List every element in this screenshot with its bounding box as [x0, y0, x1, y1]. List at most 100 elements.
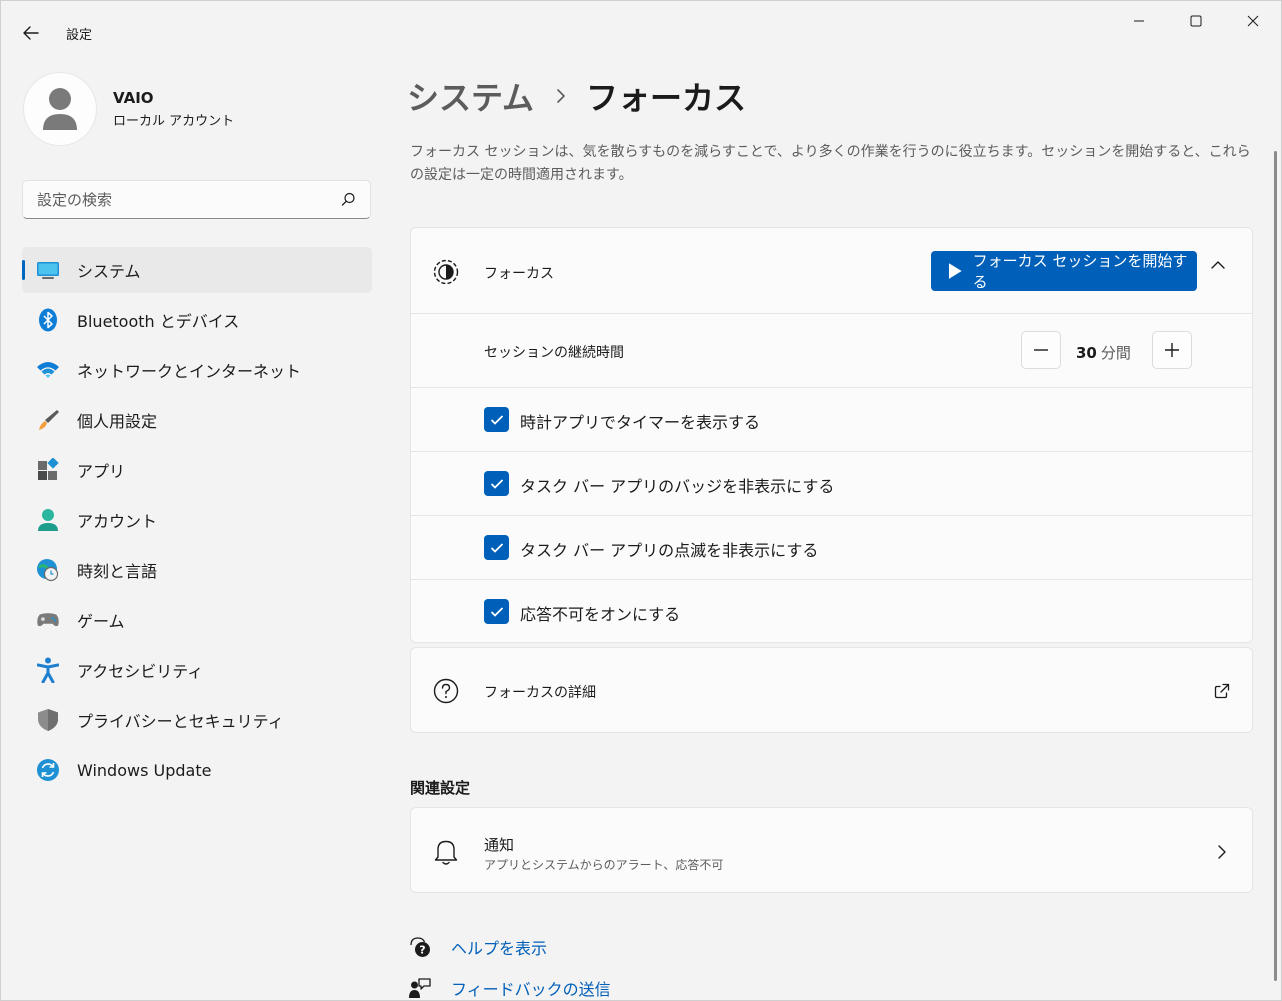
- sidebar-item-label: ゲーム: [77, 612, 125, 631]
- focus-card: フォーカス フォーカス セッションを開始する セッションの継続時間 30分間: [410, 227, 1253, 643]
- option-row[interactable]: タスク バー アプリのバッジを非表示にする: [411, 451, 1252, 515]
- sidebar-item-accessibility[interactable]: アクセシビリティ: [22, 647, 372, 693]
- sidebar-item-privacy[interactable]: プライバシーとセキュリティ: [22, 697, 372, 743]
- search-box: [22, 180, 371, 219]
- help-link-row[interactable]: ? ヘルプを表示: [409, 935, 547, 959]
- chevron-right-icon: [1218, 845, 1226, 859]
- settings-window: 設定 VAIO ローカル アカウント 設定の検索 システム Bluetooth …: [0, 0, 1282, 1001]
- gamepad-icon: [36, 608, 60, 632]
- close-icon: [1247, 15, 1258, 27]
- focus-clock-icon: [433, 259, 459, 285]
- account-type: ローカル アカウント: [113, 114, 235, 129]
- increase-duration-button[interactable]: [1152, 331, 1192, 369]
- bell-icon: [434, 840, 458, 865]
- app-title: 設定: [66, 28, 93, 43]
- sidebar-item-label: 時刻と言語: [77, 562, 158, 581]
- sidebar-item-personalization[interactable]: 個人用設定: [22, 397, 372, 443]
- checkbox-do-not-disturb[interactable]: [484, 599, 509, 624]
- sidebar-item-label: ネットワークとインターネット: [77, 362, 302, 381]
- sidebar-item-system[interactable]: システム: [22, 247, 372, 293]
- notifications-title: 通知: [484, 836, 515, 854]
- maximize-icon: [1190, 15, 1201, 27]
- play-icon: [948, 263, 962, 279]
- focus-details-title: フォーカスの詳細: [484, 685, 596, 701]
- checkmark-icon: [490, 414, 503, 425]
- breadcrumb: システム フォーカス: [407, 73, 746, 119]
- start-focus-session-label: フォーカス セッションを開始する: [972, 252, 1188, 291]
- page-description: フォーカス セッションは、気を散らすものを減らすことで、より多くの作業を行うのに…: [410, 144, 1251, 183]
- globe-clock-icon: [36, 558, 60, 582]
- duration-label: セッションの継続時間: [484, 345, 624, 361]
- question-circle-icon: [433, 678, 459, 704]
- breadcrumb-parent[interactable]: システム: [407, 73, 534, 119]
- profile-name: VAIO: [113, 89, 154, 107]
- sidebar-item-bluetooth[interactable]: Bluetooth とデバイス: [22, 297, 372, 343]
- wifi-icon: [36, 358, 60, 382]
- sidebar-item-label: Bluetooth とデバイス: [77, 312, 240, 331]
- decrease-duration-button[interactable]: [1021, 331, 1061, 369]
- option-row[interactable]: タスク バー アプリの点滅を非表示にする: [411, 515, 1252, 579]
- user-profile[interactable]: VAIO ローカル アカウント: [23, 72, 234, 146]
- shield-icon: [36, 708, 60, 732]
- maximize-button[interactable]: [1167, 1, 1224, 41]
- focus-details-card[interactable]: フォーカスの詳細: [410, 647, 1253, 733]
- notifications-card[interactable]: 通知 アプリとシステムからのアラート、応答不可: [410, 807, 1253, 893]
- sync-icon: [36, 758, 60, 782]
- option-label: 時計アプリでタイマーを表示する: [520, 413, 761, 432]
- sidebar-item-label: Windows Update: [77, 760, 212, 780]
- notifications-subtitle: アプリとシステムからのアラート、応答不可: [484, 858, 724, 872]
- duration-value: 30: [1076, 344, 1097, 362]
- checkbox-show-timer[interactable]: [484, 407, 509, 432]
- sidebar-item-accounts[interactable]: アカウント: [22, 497, 372, 543]
- window-controls: [1110, 1, 1281, 41]
- minus-icon: [1034, 349, 1048, 351]
- chevron-up-icon[interactable]: [1210, 260, 1226, 270]
- scrollbar[interactable]: [1274, 151, 1277, 981]
- external-link-icon: [1214, 683, 1230, 699]
- start-focus-session-button[interactable]: フォーカス セッションを開始する: [931, 251, 1197, 291]
- option-label: タスク バー アプリのバッジを非表示にする: [520, 477, 835, 496]
- sidebar-item-apps[interactable]: アプリ: [22, 447, 372, 493]
- minimize-button[interactable]: [1110, 1, 1167, 41]
- title-bar: 設定: [1, 1, 1281, 57]
- duration-display: 30 分間: [1076, 342, 1131, 363]
- sidebar-item-label: 個人用設定: [77, 412, 158, 431]
- search-icon[interactable]: [341, 192, 356, 207]
- feedback-icon: [409, 978, 431, 998]
- duration-row: セッションの継続時間 30 分間: [411, 313, 1252, 387]
- sidebar-item-label: プライバシーとセキュリティ: [77, 712, 284, 731]
- arrow-left-icon: [23, 26, 39, 40]
- checkmark-icon: [490, 542, 503, 553]
- person-icon: [36, 508, 60, 532]
- option-label: 応答不可をオンにする: [520, 605, 681, 624]
- option-row[interactable]: 応答不可をオンにする: [411, 579, 1252, 643]
- related-settings-heading: 関連設定: [410, 779, 471, 797]
- close-button[interactable]: [1224, 1, 1281, 41]
- bluetooth-icon: [36, 308, 60, 332]
- apps-icon: [36, 458, 60, 482]
- help-link[interactable]: ヘルプを表示: [451, 935, 547, 959]
- feedback-link[interactable]: フィードバックの送信: [451, 976, 611, 1000]
- sidebar-item-time-language[interactable]: 時刻と言語: [22, 547, 372, 593]
- duration-unit: 分間: [1100, 344, 1131, 362]
- chevron-right-icon: [557, 89, 565, 103]
- person-silhouette-icon: [43, 88, 77, 130]
- plus-icon: [1165, 343, 1179, 357]
- focus-header-row[interactable]: フォーカス フォーカス セッションを開始する: [411, 228, 1252, 313]
- checkbox-hide-badges[interactable]: [484, 471, 509, 496]
- focus-title: フォーカス: [484, 266, 554, 282]
- checkbox-hide-flashing[interactable]: [484, 535, 509, 560]
- minimize-icon: [1133, 20, 1144, 22]
- svg-text:?: ?: [419, 944, 425, 957]
- sidebar-item-network[interactable]: ネットワークとインターネット: [22, 347, 372, 393]
- feedback-link-row[interactable]: フィードバックの送信: [409, 976, 611, 1000]
- checkmark-icon: [490, 606, 503, 617]
- sidebar-item-label: アクセシビリティ: [77, 662, 204, 681]
- sidebar-item-gaming[interactable]: ゲーム: [22, 597, 372, 643]
- sidebar-item-windows-update[interactable]: Windows Update: [22, 747, 372, 793]
- paintbrush-icon: [36, 408, 60, 432]
- back-button[interactable]: [13, 17, 49, 49]
- sidebar-item-label: システム: [77, 262, 141, 281]
- search-input[interactable]: [23, 181, 333, 218]
- option-row[interactable]: 時計アプリでタイマーを表示する: [411, 387, 1252, 451]
